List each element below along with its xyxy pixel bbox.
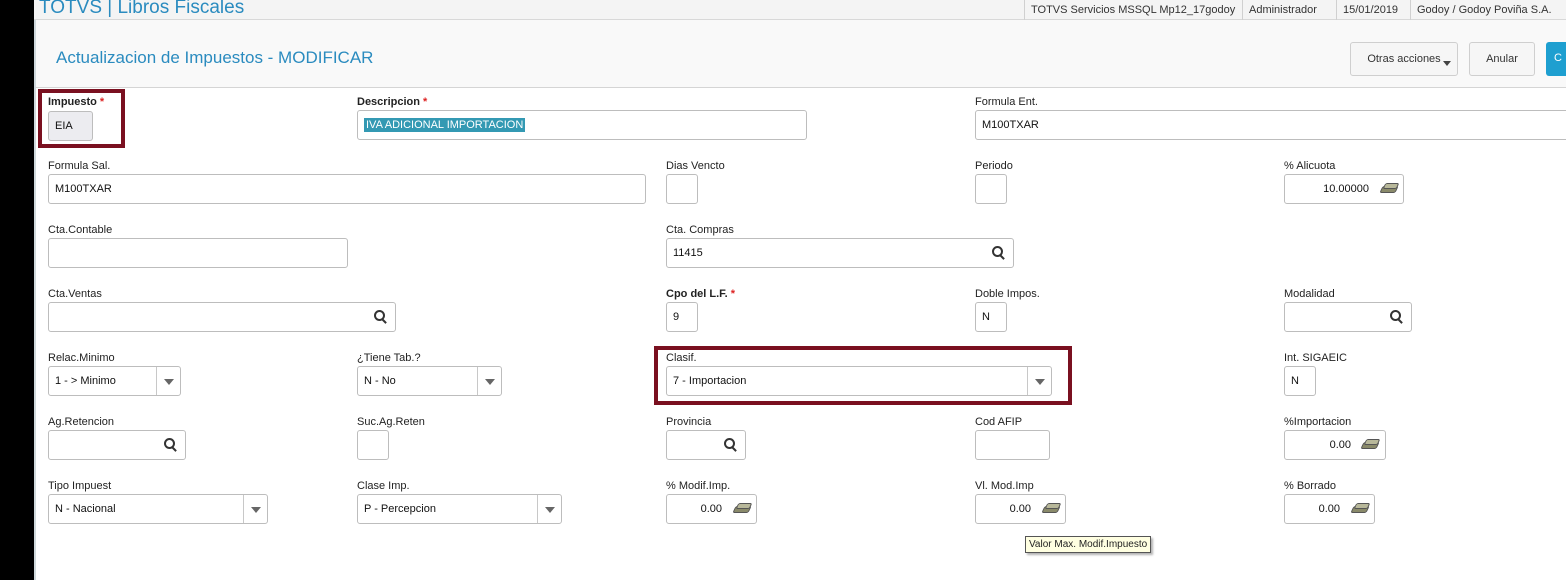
cta-contable-label: Cta.Contable bbox=[48, 224, 113, 236]
int-sigaeic-input[interactable]: N bbox=[1284, 366, 1316, 396]
formula-sal-input[interactable]: M100TXAR bbox=[48, 174, 646, 204]
cta-compras-label: Cta. Compras bbox=[666, 224, 734, 236]
chevron-down-icon[interactable] bbox=[477, 367, 501, 395]
top-bar: TOTVS | Libros Fiscales TOTVS Servicios … bbox=[34, 0, 1566, 20]
cod-afip-input[interactable] bbox=[975, 430, 1050, 460]
tipo-impuest-label: Tipo Impuest bbox=[48, 480, 112, 492]
other-actions-button[interactable]: Otras acciones bbox=[1350, 42, 1458, 76]
int-sigaeic-label: Int. SIGAEIC bbox=[1284, 352, 1347, 364]
clase-imp-select[interactable]: P - Percepcion bbox=[357, 494, 562, 524]
modalidad-label: Modalidad bbox=[1284, 288, 1335, 300]
provincia-label: Provincia bbox=[666, 416, 712, 428]
cta-compras-input[interactable]: 11415 bbox=[666, 238, 1014, 268]
confirm-button[interactable]: C bbox=[1546, 42, 1566, 76]
search-icon[interactable] bbox=[164, 438, 178, 452]
left-divider bbox=[34, 20, 36, 580]
clasif-highlight bbox=[654, 346, 1072, 405]
date-info: 15/01/2019 bbox=[1336, 0, 1404, 20]
calculator-icon[interactable] bbox=[1360, 439, 1381, 451]
calculator-icon[interactable] bbox=[1379, 183, 1400, 195]
page-header: Actualizacion de Impuestos - MODIFICAR O… bbox=[36, 20, 1566, 88]
relac-minimo-select[interactable]: 1 - > Minimo bbox=[48, 366, 181, 396]
chevron-down-icon[interactable] bbox=[156, 367, 180, 395]
alicuota-label: % Alicuota bbox=[1284, 160, 1336, 172]
confirm-label: C bbox=[1554, 52, 1562, 64]
cancel-button[interactable]: Anular bbox=[1469, 42, 1535, 76]
modif-imp-label: % Modif.Imp. bbox=[666, 480, 731, 492]
cta-ventas-label: Cta.Ventas bbox=[48, 288, 102, 300]
app-title: TOTVS | Libros Fiscales bbox=[39, 0, 245, 18]
importacion-label: %Importacion bbox=[1284, 416, 1352, 428]
dias-vencto-label: Dias Vencto bbox=[666, 160, 725, 172]
descripcion-value: IVA ADICIONAL IMPORTACION bbox=[364, 118, 526, 132]
calculator-icon[interactable] bbox=[1350, 503, 1371, 515]
cancel-label: Anular bbox=[1486, 53, 1518, 65]
tiene-tab-label: ¿Tiene Tab.? bbox=[357, 352, 421, 364]
search-icon[interactable] bbox=[992, 246, 1006, 260]
calculator-icon[interactable] bbox=[1041, 503, 1062, 515]
formula-sal-label: Formula Sal. bbox=[48, 160, 111, 172]
ag-retencion-label: Ag.Retencion bbox=[48, 416, 115, 428]
doble-impos-input[interactable]: N bbox=[975, 302, 1007, 332]
periodo-input[interactable] bbox=[975, 174, 1007, 204]
doble-impos-label: Doble Impos. bbox=[975, 288, 1040, 300]
vl-mod-imp-label: Vl. Mod.Imp bbox=[975, 480, 1034, 492]
clase-imp-label: Clase Imp. bbox=[357, 480, 410, 492]
cod-afip-label: Cod AFIP bbox=[975, 416, 1023, 428]
chevron-down-icon[interactable] bbox=[243, 495, 267, 523]
page-title: Actualizacion de Impuestos - MODIFICAR bbox=[56, 48, 374, 67]
search-icon[interactable] bbox=[1390, 310, 1404, 324]
search-icon[interactable] bbox=[374, 310, 388, 324]
chevron-down-icon bbox=[1443, 61, 1451, 66]
chevron-down-icon[interactable] bbox=[537, 495, 561, 523]
periodo-label: Periodo bbox=[975, 160, 1013, 172]
suc-ag-reten-input[interactable] bbox=[357, 430, 389, 460]
borrado-label: % Borrado bbox=[1284, 480, 1336, 492]
dias-vencto-input[interactable] bbox=[666, 174, 698, 204]
server-info: TOTVS Servicios MSSQL Mp12_17godoy bbox=[1024, 0, 1241, 20]
search-icon[interactable] bbox=[724, 438, 738, 452]
impuesto-highlight bbox=[38, 89, 125, 148]
calculator-icon[interactable] bbox=[732, 503, 753, 515]
company-info: Godoy / Godoy Poviña S.A. bbox=[1410, 0, 1558, 20]
formula-ent-label: Formula Ent. bbox=[975, 96, 1038, 108]
cpo-lf-label: Cpo del L.F. * bbox=[666, 288, 736, 300]
user-info: Administrador bbox=[1242, 0, 1323, 20]
other-actions-label: Otras acciones bbox=[1367, 53, 1441, 65]
suc-ag-reten-label: Suc.Ag.Reten bbox=[357, 416, 425, 428]
formula-ent-input[interactable]: M100TXAR bbox=[975, 110, 1566, 140]
descripcion-label: Descripcion * bbox=[357, 96, 428, 108]
left-edge bbox=[0, 0, 34, 580]
descripcion-input[interactable]: IVA ADICIONAL IMPORTACION bbox=[357, 110, 807, 140]
tiene-tab-select[interactable]: N - No bbox=[357, 366, 502, 396]
cpo-lf-input[interactable]: 9 bbox=[666, 302, 698, 332]
tooltip: Valor Max. Modif.Impuesto bbox=[1025, 536, 1152, 553]
cta-contable-input[interactable] bbox=[48, 238, 348, 268]
tipo-impuest-select[interactable]: N - Nacional bbox=[48, 494, 268, 524]
cta-ventas-input[interactable] bbox=[48, 302, 396, 332]
relac-minimo-label: Relac.Minimo bbox=[48, 352, 115, 364]
